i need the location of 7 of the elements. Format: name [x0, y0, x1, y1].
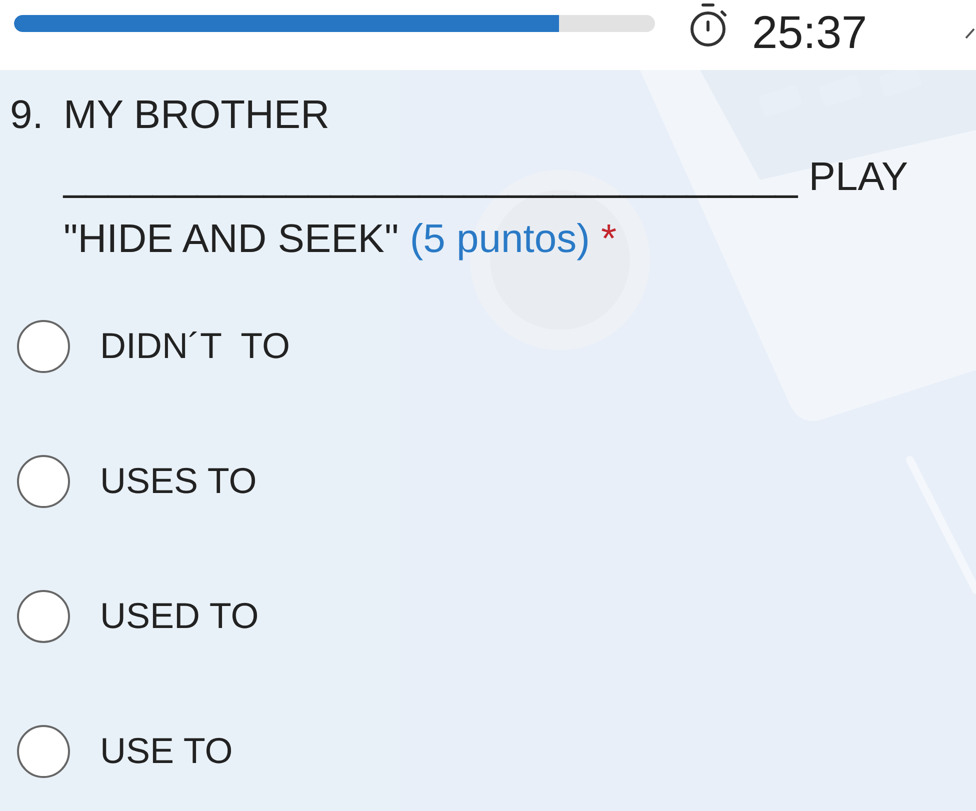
option-label[interactable]: USED TO — [100, 589, 259, 643]
question-text: MY BROTHER _________________________________ PLAY "HIDE AND SEEK" (5 puntos) * — [64, 92, 908, 263]
question-number: 9. — [10, 92, 44, 139]
option-label[interactable]: DIDN´T TO — [100, 319, 290, 373]
option-label[interactable]: USE TO — [100, 724, 233, 778]
option-label[interactable]: USES TO — [100, 454, 257, 508]
timer-text: 25:37 — [752, 5, 868, 60]
